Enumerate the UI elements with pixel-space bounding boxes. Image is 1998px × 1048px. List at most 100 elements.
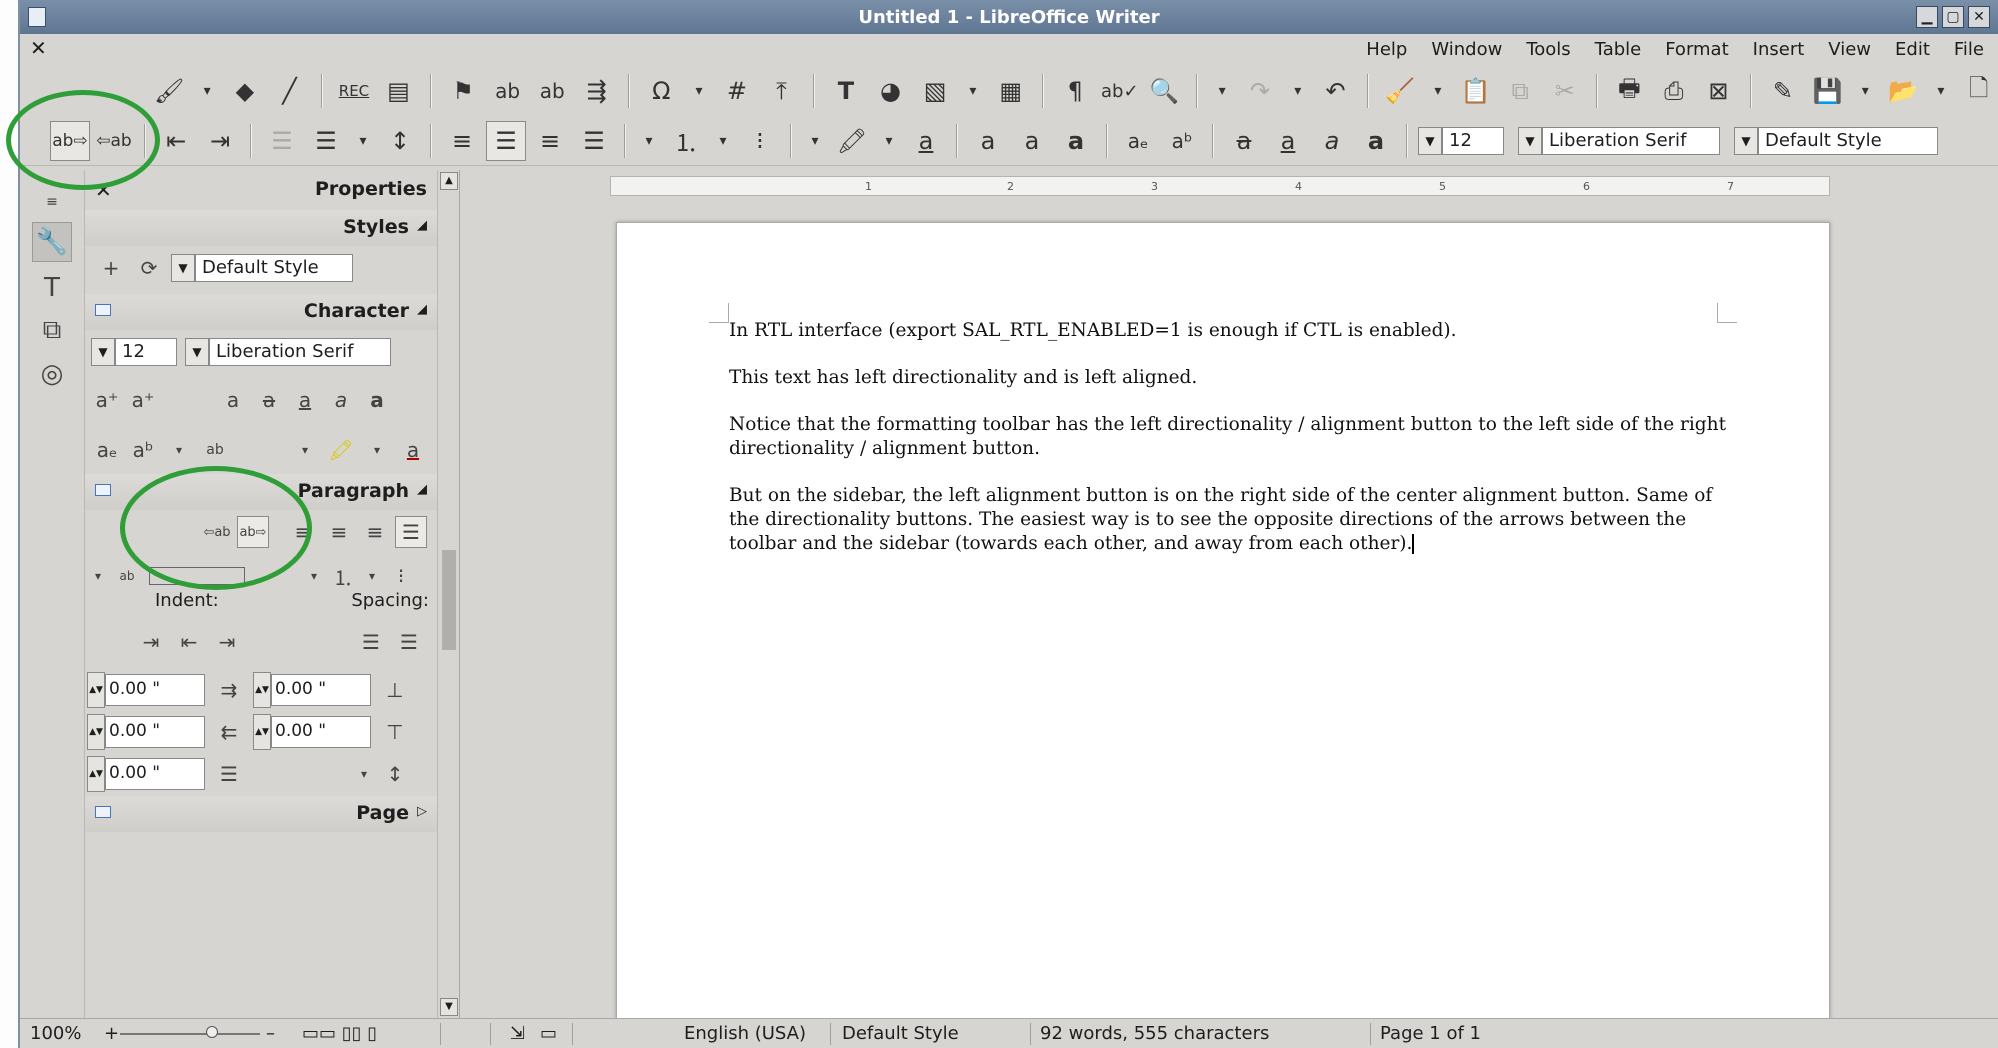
open-icon[interactable]: 📂 — [1884, 71, 1923, 111]
justify-icon[interactable]: ≡ — [287, 516, 319, 548]
left-to-right-icon[interactable]: ab⇨ — [50, 120, 90, 161]
menu-window[interactable]: Window — [1429, 39, 1504, 60]
sidebar-scrollbar[interactable]: ▲ ▼ — [438, 170, 460, 1018]
before-text-indent-spin[interactable]: ▲▼ 0.00 " — [87, 672, 205, 708]
properties-tab-icon[interactable]: 🔧 — [32, 222, 72, 262]
zoom-slider-knob[interactable] — [206, 1026, 218, 1038]
paragraph-style-field[interactable]: Default Style — [1758, 126, 1938, 155]
italic-icon[interactable]: a — [1312, 121, 1352, 161]
word-count-status[interactable]: 92 words, 555 characters — [1040, 1023, 1269, 1044]
chevron-down-icon[interactable]: ▼ — [185, 338, 209, 366]
new-document-icon[interactable]: 🗋 — [1959, 71, 1998, 111]
decrease-indent-icon[interactable]: ⇤ — [156, 121, 196, 161]
scroll-thumb[interactable] — [442, 550, 456, 650]
navigator-tab-icon[interactable]: ◎ — [32, 354, 72, 394]
more-options-icon[interactable] — [95, 806, 111, 818]
chevron-down-icon[interactable]: ▾ — [876, 121, 902, 161]
paragraph-style-combo[interactable]: ▼ Default Style — [1734, 125, 1938, 157]
image-icon[interactable]: ▧ — [916, 71, 955, 111]
new-style-icon[interactable]: + — [95, 252, 127, 284]
menu-insert[interactable]: Insert — [1751, 39, 1807, 60]
update-style-icon[interactable]: ⟳ — [133, 252, 165, 284]
above-spacing-field[interactable]: 0.00 " — [271, 674, 371, 706]
underline-icon[interactable]: a — [1268, 121, 1308, 161]
insert-endnote-icon[interactable]: ab — [488, 71, 527, 111]
underline-icon[interactable]: a — [289, 384, 321, 416]
zoom-out-icon[interactable]: – — [266, 1023, 275, 1044]
find-replace-icon[interactable]: 🔍 — [1145, 71, 1184, 111]
formatting-marks-icon[interactable]: ¶ — [1056, 71, 1095, 111]
decrease-paragraph-spacing-icon[interactable]: ☰ — [355, 626, 387, 658]
cut-icon[interactable]: ✂ — [1546, 71, 1585, 111]
page-number-status[interactable]: Page 1 of 1 — [1380, 1023, 1481, 1044]
print-icon[interactable]: ⎙ — [1655, 71, 1694, 111]
undo-icon[interactable]: ↶ — [1316, 71, 1355, 111]
page-style-status[interactable]: Default Style — [842, 1023, 959, 1044]
line-icon[interactable]: ╱ — [270, 71, 309, 111]
align-center-icon[interactable]: ≡ — [359, 516, 391, 548]
insert-field-icon[interactable]: ⇶ — [577, 71, 616, 111]
zoom-in-icon[interactable]: + — [104, 1023, 119, 1044]
line-spacing-icon[interactable]: ↕ — [379, 758, 411, 790]
document-page[interactable]: In RTL interface (export SAL_RTL_ENABLED… — [616, 222, 1830, 1018]
chevron-down-icon[interactable]: ▾ — [1425, 71, 1450, 111]
below-spacing-spin[interactable]: ▲▼ 0.00 " — [253, 714, 371, 750]
chevron-down-icon[interactable]: ▼ — [1518, 126, 1542, 155]
font-name-field[interactable]: Liberation Serif — [1542, 126, 1720, 155]
document-paragraph[interactable]: In RTL interface (export SAL_RTL_ENABLED… — [729, 319, 1729, 343]
justify-icon[interactable]: ≡ — [442, 121, 482, 161]
increase-paragraph-spacing-icon[interactable]: ☰ — [306, 121, 346, 161]
more-options-icon[interactable] — [95, 304, 111, 316]
text-box-icon[interactable]: T — [827, 71, 866, 111]
first-line-indent-field[interactable]: 0.00 " — [105, 758, 205, 790]
chevron-down-icon[interactable]: ▾ — [195, 71, 220, 111]
font-name-combo[interactable]: ▼ Liberation Serif — [1518, 125, 1720, 157]
chevron-down-icon[interactable]: ▼ — [171, 254, 195, 282]
document-paragraph[interactable]: Notice that the formatting toolbar has t… — [729, 413, 1729, 461]
bold-icon[interactable]: a — [361, 384, 393, 416]
save-icon[interactable]: 💾 — [1808, 71, 1847, 111]
close-document-icon[interactable]: ✕ — [30, 36, 47, 60]
outline-icon[interactable]: a — [1012, 121, 1052, 161]
menu-help[interactable]: Help — [1364, 39, 1409, 60]
horizontal-ruler[interactable]: 1 2 3 4 5 6 7 — [610, 176, 1830, 196]
bullet-list-icon[interactable]: ⁝ — [740, 121, 780, 161]
insert-footnote-icon[interactable]: ab — [533, 71, 572, 111]
zoom-slider[interactable] — [120, 1033, 260, 1035]
highlight-color-icon[interactable]: 🖍 — [832, 121, 872, 161]
menu-tools[interactable]: Tools — [1524, 39, 1572, 60]
edit-mode-icon[interactable]: ✎ — [1764, 71, 1803, 111]
style-field[interactable]: Default Style — [195, 254, 353, 282]
decrease-indent-icon[interactable]: ⇤ — [173, 626, 205, 658]
subscript-icon[interactable]: aₑ — [1118, 121, 1158, 161]
spin-arrows-icon[interactable]: ▲▼ — [253, 672, 271, 708]
hanging-indent-icon[interactable]: ⇥ — [211, 626, 243, 658]
special-character-icon[interactable]: Ω — [642, 71, 681, 111]
numbered-list-icon[interactable]: ⒈ — [327, 560, 359, 592]
chevron-down-icon[interactable]: ▼ — [1418, 126, 1442, 155]
align-left-icon[interactable]: ☰ — [395, 516, 427, 548]
chevron-down-icon[interactable]: ▾ — [91, 560, 105, 592]
chevron-down-icon[interactable]: ▾ — [350, 121, 376, 161]
spin-arrows-icon[interactable]: ▲▼ — [87, 672, 105, 708]
zoom-value[interactable]: 100% — [30, 1023, 81, 1044]
redo-icon[interactable]: ↷ — [1241, 71, 1280, 111]
menu-edit[interactable]: Edit — [1893, 39, 1932, 60]
styles-brush-icon[interactable]: 🖌 — [150, 71, 189, 111]
increase-indent-icon[interactable]: ⇥ — [200, 121, 240, 161]
chevron-down-icon[interactable]: ▾ — [1210, 71, 1235, 111]
chevron-down-icon[interactable]: ▾ — [365, 560, 379, 592]
chevron-down-icon[interactable]: ▾ — [357, 758, 371, 790]
close-window-button[interactable]: ✕ — [1968, 6, 1990, 28]
font-size-field[interactable]: 12 — [1442, 126, 1504, 155]
spin-arrows-icon[interactable]: ▲▼ — [87, 756, 105, 792]
track-changes-icon[interactable]: REC — [335, 71, 374, 111]
menu-format[interactable]: Format — [1663, 39, 1730, 60]
page-break-icon[interactable]: ⤒ — [762, 71, 801, 111]
chevron-down-icon[interactable]: ▾ — [1285, 71, 1310, 111]
chevron-down-icon[interactable]: ▾ — [1928, 71, 1953, 111]
comment-icon[interactable]: ▤ — [379, 71, 418, 111]
chevron-down-icon[interactable]: ▾ — [802, 121, 828, 161]
digital-signature-icon[interactable]: ▭ — [540, 1023, 557, 1044]
shrink-font-icon[interactable]: a⁺ — [127, 384, 159, 416]
